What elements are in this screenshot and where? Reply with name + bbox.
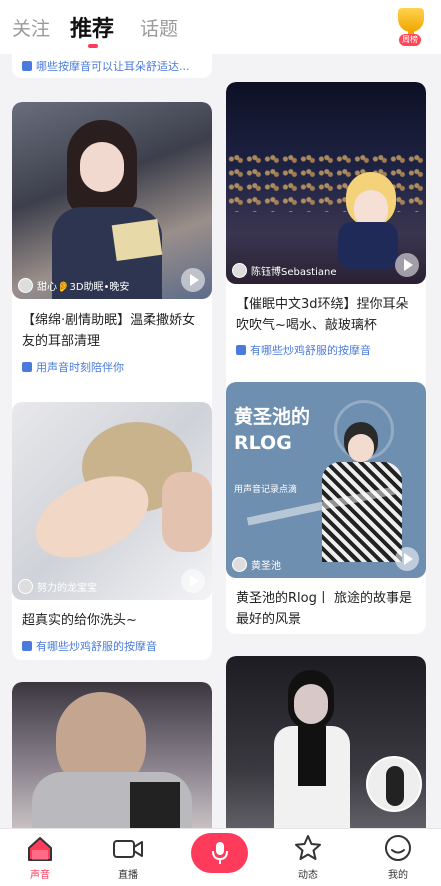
card-topic[interactable]: 有哪些炒鸡舒服的按摩音 [236,342,420,358]
active-tab-indicator [88,44,98,48]
feed[interactable]: 哪些按摩音可以让耳朵舒适达... 甜心👂3D助眠•晚安 【绵绵·剧情助眠】温柔撒… [0,54,441,828]
card-author[interactable]: 陈钰博Sebastiane [232,263,337,278]
play-button[interactable] [181,569,205,593]
topic-icon [22,362,32,372]
nav-moments-label: 动态 [298,870,318,881]
nav-mine-label: 我的 [388,870,408,881]
feed-card[interactable]: 陈钰博Sebastiane 【催眠中文3d环绕】捏你耳朵吹吹气~喝水、敲玻璃杯 … [226,82,426,394]
bottom-nav: 声音 直播 动态 我的 [0,828,441,886]
avatar [232,263,247,278]
poster-title: 黄圣池的RLOG [234,406,311,454]
topic-icon [22,61,32,71]
feed-card[interactable] [226,656,426,828]
partial-card[interactable]: 哪些按摩音可以让耳朵舒适达... [12,54,212,78]
record-button[interactable] [191,833,248,873]
feed-card[interactable]: 甜心👂3D助眠•晚安 【绵绵·剧情助眠】温柔撒娇女友的耳部清理 用声音时刻陪伴你 [12,102,212,432]
nav-live-label: 直播 [118,870,138,881]
card-author[interactable]: 努力的龙宝宝 [18,579,97,594]
card-author[interactable]: 黄圣池 [232,557,281,572]
nav-live[interactable]: 直播 [98,829,158,886]
card-cover-image: 黄圣池的RLOG 用声音记录点滴 黄圣池 [226,382,426,578]
play-button[interactable] [395,253,419,277]
microphone-icon [212,842,228,864]
feed-card[interactable] [12,682,212,828]
avatar [232,557,247,572]
weekly-ranking-trophy-icon[interactable]: 周榜 [393,6,429,46]
avatar [18,579,33,594]
top-nav: 关注 推荐 话题 周榜 [0,0,441,54]
star-icon [295,835,321,860]
card-title: 【绵绵·剧情助眠】温柔撒娇女友的耳部清理 [22,313,196,349]
tab-follow[interactable]: 关注 [12,14,50,41]
nav-mine[interactable]: 我的 [368,829,428,886]
topic-icon [22,641,32,651]
card-topic[interactable]: 哪些按摩音可以让耳朵舒适达... [22,58,206,74]
card-author[interactable]: 甜心👂3D助眠•晚安 [18,278,129,293]
camera-icon [113,840,143,858]
feed-card[interactable]: 努力的龙宝宝 超真实的给你洗头~ 有哪些炒鸡舒服的按摩音 [12,402,212,660]
poster-subtitle: 用声音记录点滴 [234,485,298,495]
card-title: 超真实的给你洗头~ [22,613,137,628]
nav-moments[interactable]: 动态 [278,829,338,886]
tab-topics[interactable]: 话题 [140,14,178,41]
avatar [18,278,33,293]
card-title: 黄圣池的Rlog丨 旅途的故事是最好的风景 [236,591,412,627]
house-icon [28,837,52,861]
feed-card[interactable]: 黄圣池的RLOG 用声音记录点滴 黄圣池 黄圣池的Rlog丨 旅途的故事是最好的… [226,382,426,634]
card-cover-image: 甜心👂3D助眠•晚安 [12,102,212,299]
card-cover-image [226,656,426,828]
card-cover-image: 努力的龙宝宝 [12,402,212,600]
card-topic[interactable]: 有哪些炒鸡舒服的按摩音 [22,638,206,654]
weekly-badge: 周榜 [399,34,421,46]
play-button[interactable] [181,268,205,292]
play-button[interactable] [395,547,419,571]
card-cover-image: 陈钰博Sebastiane [226,82,426,284]
profile-icon [385,835,411,861]
tab-recommend[interactable]: 推荐 [70,11,114,43]
nav-sound-label: 声音 [30,870,50,881]
card-topic[interactable]: 用声音时刻陪伴你 [22,359,206,375]
nav-sound[interactable]: 声音 [10,829,70,886]
topic-icon [236,345,246,355]
card-title: 【催眠中文3d环绕】捏你耳朵吹吹气~喝水、敲玻璃杯 [236,297,409,333]
card-cover-image [12,682,212,828]
